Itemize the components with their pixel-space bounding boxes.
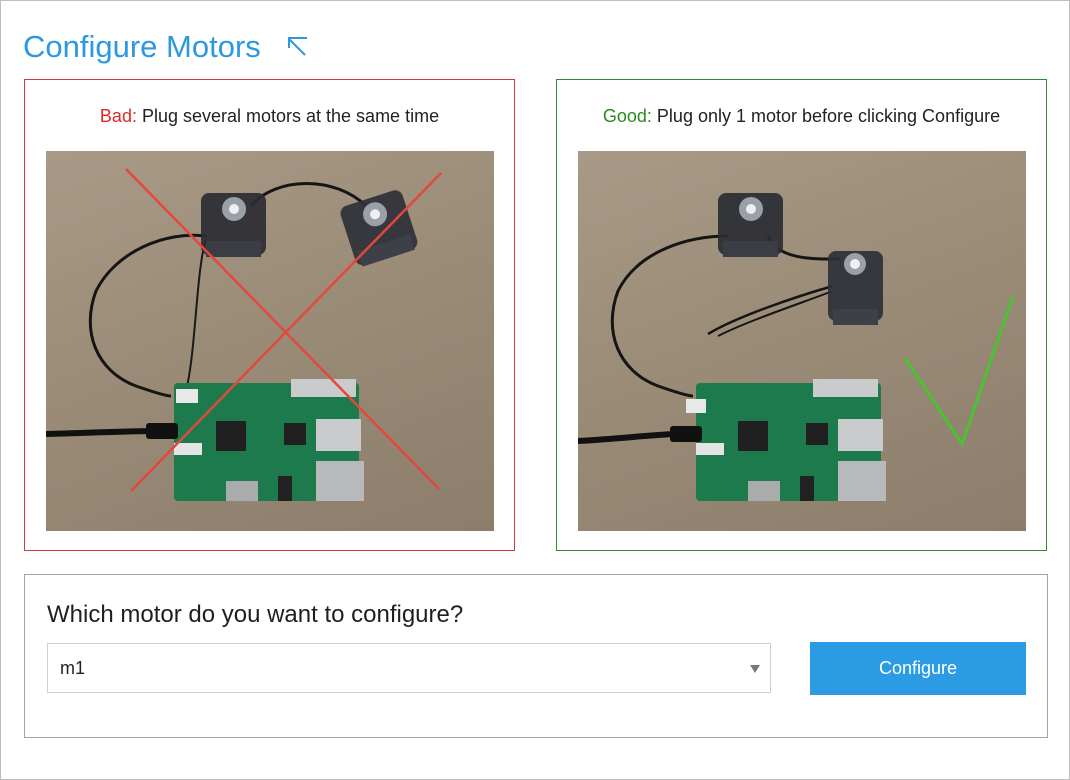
motor-select[interactable]: m1 [47, 643, 771, 693]
good-example-photo [578, 151, 1026, 531]
configure-button[interactable]: Configure [810, 642, 1026, 695]
motor-select-value: m1 [60, 658, 86, 678]
bad-caption-text: Plug several motors at the same time [136, 106, 440, 126]
chevron-down-icon [750, 665, 760, 673]
collapse-arrow-icon[interactable] [287, 36, 309, 58]
motor-question: Which motor do you want to configure? [47, 601, 464, 628]
good-caption: Good: Plug only 1 motor before clicking … [557, 106, 1046, 127]
good-example-panel: Good: Plug only 1 motor before clicking … [556, 79, 1047, 551]
good-label: Good: [602, 106, 652, 126]
good-caption-text: Plug only 1 motor before clicking Config… [651, 106, 1001, 126]
bad-label: Bad: [99, 106, 137, 126]
configure-form: Which motor do you want to configure? m1… [24, 574, 1048, 738]
header: Configure Motors [23, 25, 309, 69]
page-title: Configure Motors [23, 29, 261, 64]
bad-caption: Bad: Plug several motors at the same tim… [25, 106, 514, 127]
bad-example-panel: Bad: Plug several motors at the same tim… [24, 79, 515, 551]
app-frame: Configure Motors Bad: Plug several motor… [0, 0, 1070, 780]
bad-example-photo [46, 151, 494, 531]
